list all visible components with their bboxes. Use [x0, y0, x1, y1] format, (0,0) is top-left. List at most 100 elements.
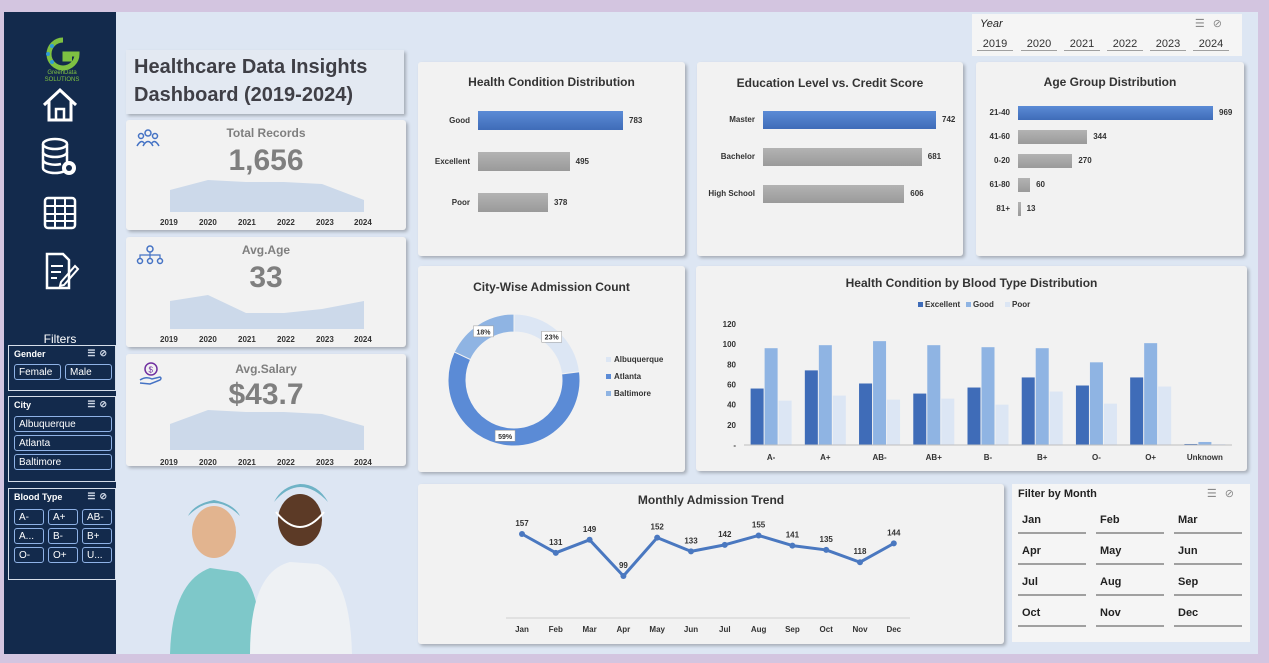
monthly-trend-chart-card: Monthly Admission Trend 157 Jan 131 Feb 149 M… [418, 484, 1004, 644]
education-credit-chart-card: Education Level vs. Credit Score Master 7… [697, 62, 963, 256]
bar [818, 345, 832, 445]
blood-option[interactable]: O+ [48, 547, 78, 563]
gender-option-female[interactable]: Female [14, 364, 61, 380]
bar [778, 400, 792, 445]
clear-filter-icon[interactable]: ⊘ [99, 399, 111, 409]
logo-text-line1: GreenData [47, 70, 77, 76]
data-label: 155 [752, 520, 766, 529]
multi-select-icon[interactable]: ☰ [87, 399, 99, 409]
year-tick: 2020 [199, 335, 217, 344]
month-option-may[interactable]: May [1096, 545, 1164, 565]
x-tick-label: Jun [684, 625, 698, 634]
year-tick: 2023 [316, 458, 334, 467]
clear-filter-icon[interactable]: ⊘ [99, 491, 111, 501]
health-condition-chart-card: Health Condition Distribution Good 783 Exc… [418, 62, 685, 256]
clear-filter-icon[interactable]: ⊘ [1225, 488, 1242, 500]
blood-option[interactable]: A- [14, 509, 44, 525]
month-option-aug[interactable]: Aug [1096, 576, 1164, 596]
report-edit-icon[interactable] [39, 250, 81, 292]
year-slicer: Year ☰⊘ 2019 2020 2021 2022 2023 2024 [972, 14, 1242, 56]
multi-select-icon[interactable]: ☰ [87, 348, 99, 358]
home-icon[interactable] [39, 84, 81, 126]
logo-text-line2: SOLUTIONS [44, 77, 80, 83]
table-icon[interactable] [39, 192, 81, 234]
bar [1158, 386, 1172, 445]
multi-select-icon[interactable]: ☰ [1195, 18, 1213, 30]
legend-swatch [918, 302, 923, 307]
kpi-value: $43.7 [228, 378, 304, 411]
year-tick: 2019 [160, 335, 178, 344]
kpi-value: 33 [249, 261, 283, 294]
legend-label: Atlanta [614, 372, 642, 381]
bar [1089, 362, 1103, 445]
year-option-2024[interactable]: 2024 [1193, 38, 1229, 51]
year-option-2021[interactable]: 2021 [1064, 38, 1100, 51]
bar [995, 404, 1009, 445]
month-option-jul[interactable]: Jul [1018, 576, 1086, 596]
month-option-apr[interactable]: Apr [1018, 545, 1086, 565]
x-tick-label: Jan [515, 625, 529, 634]
gender-slicer: Gender ☰⊘ Female Male [8, 345, 116, 391]
bar [1035, 348, 1049, 445]
blood-option[interactable]: O- [14, 547, 44, 563]
bar [1130, 377, 1144, 445]
bar-value-label: 681 [927, 152, 942, 161]
blood-option[interactable]: AB- [82, 509, 112, 525]
month-option-jun[interactable]: Jun [1174, 545, 1242, 565]
blood-type-slicer: Blood Type ☰⊘ A- A+ AB- A... B- B+ O- O+ … [8, 488, 116, 580]
month-option-sep[interactable]: Sep [1174, 576, 1242, 596]
chart-title: Health Condition Distribution [468, 75, 635, 89]
kpi-card-avg-age: Avg.Age 33 2019 2020 2021 2022 2023 2024 [126, 237, 406, 347]
clear-filter-icon[interactable]: ⊘ [99, 348, 111, 358]
city-option-atlanta[interactable]: Atlanta [14, 435, 112, 451]
month-slicer-title: Filter by Month [1018, 488, 1097, 500]
bar [763, 148, 922, 166]
donut-slice [513, 313, 581, 375]
bar [1075, 385, 1089, 445]
x-tick-label: Sep [785, 625, 800, 634]
year-option-2019[interactable]: 2019 [977, 38, 1013, 51]
city-option-baltimore[interactable]: Baltimore [14, 454, 112, 470]
legend-swatch [606, 374, 611, 379]
trend-point [721, 541, 728, 548]
blood-option[interactable]: B- [48, 528, 78, 544]
year-tick: 2024 [354, 458, 372, 467]
blood-option[interactable]: U... [82, 547, 112, 563]
trend-point [519, 531, 525, 537]
month-option-dec[interactable]: Dec [1174, 607, 1242, 627]
blood-option[interactable]: A... [14, 528, 44, 544]
x-tick-label: O+ [1145, 453, 1156, 462]
blood-option[interactable]: A+ [48, 509, 78, 525]
trend-point [654, 534, 661, 541]
data-label: 144 [887, 528, 901, 537]
city-option-albuquerque[interactable]: Albuquerque [14, 416, 112, 432]
bar [763, 111, 936, 129]
bar [478, 111, 623, 130]
kpi-value: 1,656 [228, 144, 304, 177]
clear-filter-icon[interactable]: ⊘ [1213, 18, 1230, 30]
bar-category-label: 0-20 [993, 156, 1010, 165]
blood-option[interactable]: B+ [82, 528, 112, 544]
month-option-nov[interactable]: Nov [1096, 607, 1164, 627]
year-option-2022[interactable]: 2022 [1107, 38, 1143, 51]
year-option-2020[interactable]: 2020 [1021, 38, 1057, 51]
database-settings-icon[interactable] [39, 136, 81, 178]
gender-option-male[interactable]: Male [65, 364, 112, 380]
x-tick-label: Jul [719, 625, 731, 634]
month-option-mar[interactable]: Mar [1174, 514, 1242, 534]
month-option-oct[interactable]: Oct [1018, 607, 1086, 627]
year-tick: 2024 [354, 335, 372, 344]
month-option-feb[interactable]: Feb [1096, 514, 1164, 534]
bar [1049, 391, 1063, 445]
x-tick-label: Dec [886, 625, 901, 634]
x-tick-label: Nov [852, 625, 868, 634]
gender-slicer-title: Gender [14, 349, 46, 359]
bar-value-label: 969 [1219, 108, 1233, 117]
chart-title: Education Level vs. Credit Score [736, 76, 924, 90]
multi-select-icon[interactable]: ☰ [1207, 488, 1225, 500]
multi-select-icon[interactable]: ☰ [87, 491, 99, 501]
city-slicer: City ☰⊘ Albuquerque Atlanta Baltimore [8, 396, 116, 482]
month-option-jan[interactable]: Jan [1018, 514, 1086, 534]
year-option-2023[interactable]: 2023 [1150, 38, 1186, 51]
year-slicer-title: Year [980, 18, 1003, 30]
